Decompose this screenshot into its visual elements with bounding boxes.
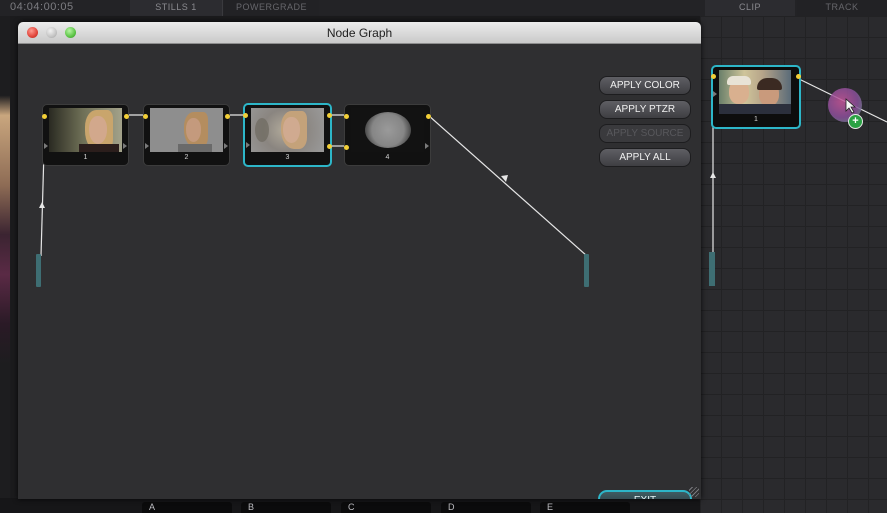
apply-source-button[interactable]: APPLY SOURCE <box>599 124 691 143</box>
apply-color-button[interactable]: APPLY COLOR <box>599 76 691 95</box>
add-plus-icon: + <box>848 114 863 129</box>
gallery-slot-label: E <box>547 502 554 512</box>
node-4[interactable]: 4 <box>344 104 431 166</box>
node-1-output-port[interactable] <box>124 114 129 119</box>
face-icon <box>186 118 201 142</box>
node-4-key-out-port[interactable] <box>425 143 429 149</box>
node-3-output-port[interactable] <box>327 113 332 118</box>
gallery-slot-e[interactable]: E <box>540 502 630 513</box>
node-3[interactable]: 3 <box>243 103 332 167</box>
clip-node-label: 1 <box>754 116 758 123</box>
input-arrow <box>39 202 45 208</box>
shoulder-icon <box>79 144 119 152</box>
node-3-label: 3 <box>285 154 290 161</box>
gallery-slot-label: A <box>149 502 156 512</box>
exit-button[interactable]: EXIT <box>598 490 692 499</box>
node-2-key-out-port[interactable] <box>224 143 228 149</box>
dialog-title: Node Graph <box>326 26 393 40</box>
node-1-key-port[interactable] <box>44 143 48 149</box>
person-left-hat-icon <box>727 76 751 85</box>
node-2[interactable]: 2 <box>143 104 230 166</box>
node-2-input-port[interactable] <box>143 114 148 119</box>
shoulder-icon <box>178 144 212 152</box>
node-3-thumbnail <box>251 108 324 152</box>
node-4-key-input-port[interactable] <box>344 145 349 150</box>
node-4-label: 4 <box>385 154 390 161</box>
clip-node-thumbnail <box>719 70 791 114</box>
node-4-output-port[interactable] <box>426 114 431 119</box>
node-3-input-port[interactable] <box>243 113 248 118</box>
person-right-hair-icon <box>757 78 782 90</box>
output-line <box>427 114 588 257</box>
output-connector-bar[interactable] <box>584 254 589 287</box>
clip-node-output-port[interactable] <box>796 74 801 79</box>
input-connector-bar[interactable] <box>36 254 41 287</box>
shirt-icon <box>719 104 791 114</box>
node-2-key-port[interactable] <box>145 143 149 149</box>
gallery-slot-a[interactable]: A <box>142 502 232 513</box>
mouse-pointer-icon <box>845 98 857 114</box>
face-icon <box>89 116 107 144</box>
gallery-slot-c[interactable]: C <box>341 502 431 513</box>
node-1-label: 1 <box>83 154 88 161</box>
node-3-key-port[interactable] <box>246 142 250 148</box>
clip-input-bar <box>709 252 715 286</box>
gallery-slot-label: D <box>448 502 455 512</box>
node-2-output-port[interactable] <box>225 114 230 119</box>
clip-input-arrow <box>710 172 716 178</box>
clip-node-key-port[interactable] <box>713 91 717 97</box>
apply-ptzr-button[interactable]: APPLY PTZR <box>599 100 691 119</box>
node-2-label: 2 <box>184 154 189 161</box>
node-4-thumbnail <box>351 108 424 152</box>
node-1[interactable]: 1 <box>42 104 129 166</box>
node-1-key-out-port[interactable] <box>123 143 127 149</box>
apply-all-button[interactable]: APPLY ALL <box>599 148 691 167</box>
node-2-thumbnail <box>150 108 223 152</box>
node-1-input-port[interactable] <box>42 114 47 119</box>
node-3-key-output-port[interactable] <box>327 144 332 149</box>
vignette-icon <box>255 118 269 142</box>
node-graph-canvas[interactable]: 1 2 3 4 APPLY COLOR APPLY PTZR APPLY SOU… <box>18 44 701 499</box>
resize-grip-icon[interactable] <box>689 487 699 497</box>
node-1-thumbnail <box>49 108 122 152</box>
dialog-titlebar[interactable]: Node Graph <box>18 22 701 44</box>
blur-mask-icon <box>365 112 411 148</box>
gallery-slot-d[interactable]: D <box>441 502 531 513</box>
clip-node-input-port[interactable] <box>711 74 716 79</box>
clip-node-1[interactable]: 1 <box>711 65 801 129</box>
gallery-slot-b[interactable]: B <box>241 502 331 513</box>
gallery-slot-label: C <box>348 502 355 512</box>
gallery-slot-label: B <box>248 502 255 512</box>
face-icon <box>283 117 300 143</box>
node-graph-dialog: Node Graph 1 2 3 4 APPLY COLOR APPLY PTZ… <box>18 22 701 499</box>
node-4-input-port[interactable] <box>344 114 349 119</box>
